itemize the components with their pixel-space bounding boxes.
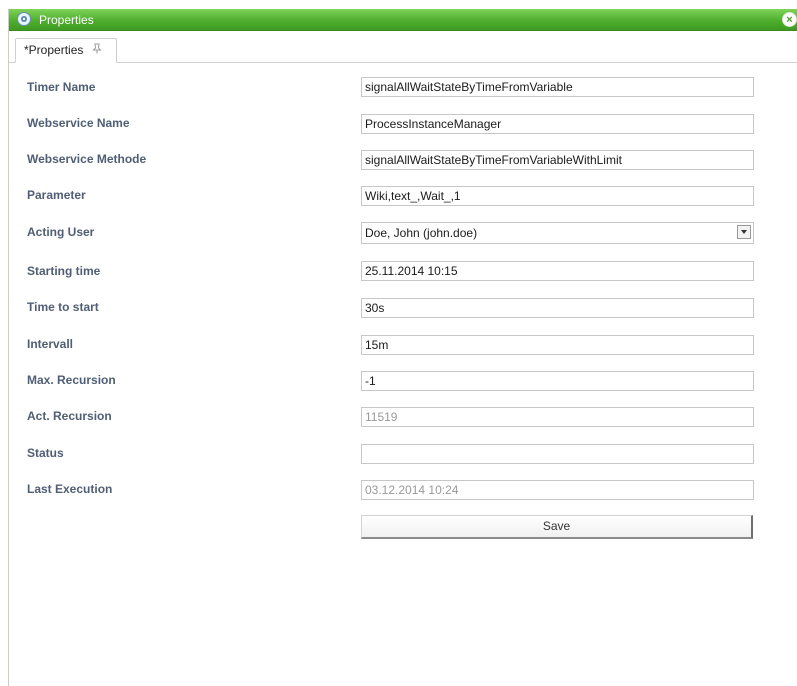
parameter-field[interactable]: Wiki,text_,Wait_,1 (361, 186, 754, 206)
act-recursion-field: 11519 (361, 407, 754, 427)
max-recursion-field[interactable]: -1 (361, 371, 754, 391)
label-status: Status (27, 446, 64, 460)
label-act-recursion: Act. Recursion (27, 409, 112, 423)
title-bar: Properties × (9, 9, 797, 31)
save-button[interactable]: Save (361, 515, 753, 539)
label-starting-time: Starting time (27, 264, 101, 278)
gear-icon (17, 12, 31, 26)
chevron-down-icon[interactable] (737, 225, 751, 239)
intervall-field[interactable]: 15m (361, 335, 754, 355)
properties-window: Properties × *Properties Timer Name sign… (8, 9, 797, 686)
tab-label: *Properties (24, 43, 84, 57)
label-timer-name: Timer Name (27, 80, 96, 94)
acting-user-value: Doe, John (john.doe) (365, 226, 478, 240)
label-webservice-methode: Webservice Methode (27, 152, 147, 166)
webservice-methode-field[interactable]: signalAllWaitStateByTimeFromVariableWith… (361, 150, 754, 170)
close-icon[interactable]: × (782, 12, 797, 27)
label-max-recursion: Max. Recursion (27, 373, 116, 387)
time-to-start-field[interactable]: 30s (361, 298, 754, 318)
label-parameter: Parameter (27, 188, 86, 202)
acting-user-select[interactable]: Doe, John (john.doe) (361, 222, 754, 244)
tab-properties[interactable]: *Properties (15, 38, 117, 63)
label-acting-user: Acting User (27, 225, 95, 239)
label-last-execution: Last Execution (27, 482, 113, 496)
label-intervall: Intervall (27, 337, 74, 351)
webservice-name-field[interactable]: ProcessInstanceManager (361, 114, 754, 134)
label-time-to-start: Time to start (27, 300, 99, 314)
pin-icon[interactable] (92, 40, 102, 63)
timer-name-field[interactable]: signalAllWaitStateByTimeFromVariable (361, 77, 754, 97)
window-title: Properties (39, 13, 94, 27)
status-field[interactable] (361, 444, 754, 464)
starting-time-field[interactable]: 25.11.2014 10:15 (361, 261, 754, 281)
label-webservice-name: Webservice Name (27, 116, 130, 130)
tab-strip: *Properties (9, 33, 797, 63)
last-execution-field: 03.12.2014 10:24 (361, 480, 754, 500)
